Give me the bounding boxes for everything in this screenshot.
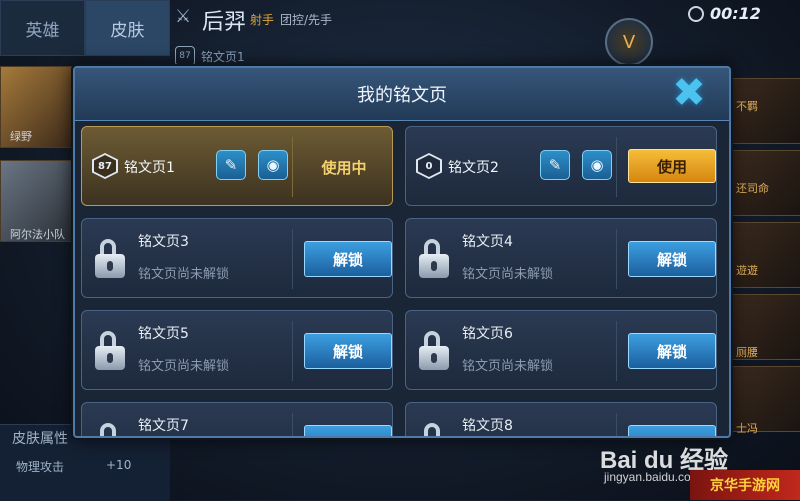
- locked-hint: 铭文页尚未解锁: [462, 267, 554, 282]
- divider: [616, 229, 617, 289]
- lock-icon: [92, 331, 128, 373]
- skin-label: 绿野: [10, 130, 32, 143]
- unlock-button[interactable]: 解锁: [628, 241, 716, 277]
- divider: [292, 229, 293, 289]
- divider: [292, 137, 293, 197]
- edit-pencil-icon[interactable]: ✎: [216, 150, 246, 180]
- hero-role: 射手: [250, 13, 275, 27]
- dialog-header: 我的铭文页 ✖: [75, 68, 729, 121]
- lock-icon: [92, 423, 128, 436]
- edit-pencil-icon[interactable]: ✎: [540, 150, 570, 180]
- rune-page-card-8[interactable]: 铭文页8 解锁: [405, 402, 717, 436]
- dialog-title: 我的铭文页: [357, 85, 447, 106]
- page-name: 铭文页3: [138, 234, 189, 250]
- clock-icon: [688, 5, 704, 22]
- rank-emblem: V: [605, 18, 653, 66]
- locked-hint: 铭文页尚未解锁: [462, 359, 554, 374]
- page-level: 0: [418, 155, 440, 177]
- hero-card-label: 厕腰: [736, 346, 758, 359]
- locked-hint: 铭文页尚未解锁: [138, 359, 230, 374]
- close-icon[interactable]: ✖: [667, 72, 711, 114]
- page-name: 铭文页8: [462, 418, 513, 434]
- unlock-button[interactable]: 解锁: [628, 425, 716, 436]
- lock-icon: [416, 331, 452, 373]
- tab-skin[interactable]: 皮肤: [85, 0, 170, 56]
- lock-icon: [416, 239, 452, 281]
- hero-card-label: 还司命: [736, 182, 769, 195]
- lock-icon: [92, 239, 128, 281]
- view-eye-icon[interactable]: ◉: [258, 150, 288, 180]
- rune-page-card-7[interactable]: 铭文页7 解锁: [81, 402, 393, 436]
- unlock-button[interactable]: 解锁: [304, 241, 392, 277]
- background-tabs: 英雄 皮肤: [0, 0, 170, 60]
- rune-pages-dialog: 我的铭文页 ✖ 87 铭文页1 ✎ ◉ 使用中 0 铭文页2 ✎ ◉ 使用 铭文…: [73, 66, 731, 438]
- current-page-chip: 87 铭文页1: [175, 46, 245, 66]
- page-chip-label: 铭文页1: [201, 49, 245, 64]
- watermark-url: jingyan.baidu.com: [604, 470, 701, 484]
- divider: [292, 413, 293, 436]
- page-name: 铭文页5: [138, 326, 189, 342]
- rune-page-card-4[interactable]: 铭文页4 铭文页尚未解锁 解锁: [405, 218, 717, 298]
- divider: [616, 321, 617, 381]
- unlock-button[interactable]: 解锁: [304, 333, 392, 369]
- hero-card-label: 士冯: [736, 422, 758, 435]
- page-level: 87: [94, 155, 116, 177]
- rune-page-card-1[interactable]: 87 铭文页1 ✎ ◉ 使用中: [81, 126, 393, 206]
- level-hex-icon: 0: [416, 153, 442, 179]
- hero-card-label: 遊遊: [736, 264, 758, 277]
- lock-icon: [416, 423, 452, 436]
- tab-hero[interactable]: 英雄: [0, 0, 85, 56]
- page-name: 铭文页6: [462, 326, 513, 342]
- unlock-button[interactable]: 解锁: [304, 425, 392, 436]
- unlock-button[interactable]: 解锁: [628, 333, 716, 369]
- use-button[interactable]: 使用: [628, 149, 716, 183]
- page-name: 铭文页4: [462, 234, 513, 250]
- locked-hint: 铭文页尚未解锁: [138, 267, 230, 282]
- hero-role-icon: ⚔: [175, 6, 192, 27]
- level-hex-icon: 87: [92, 153, 118, 179]
- hero-name: 后羿: [202, 10, 247, 35]
- page-name: 铭文页2: [448, 160, 499, 176]
- site-watermark: 京华手游网: [690, 470, 800, 500]
- in-use-status: 使用中: [321, 159, 367, 177]
- timer-text: 00:12: [710, 4, 761, 23]
- rune-page-card-2[interactable]: 0 铭文页2 ✎ ◉ 使用: [405, 126, 717, 206]
- rune-page-card-6[interactable]: 铭文页6 铭文页尚未解锁 解锁: [405, 310, 717, 390]
- stat-label: 物理攻击: [16, 460, 65, 474]
- divider: [616, 413, 617, 436]
- stat-value: +10: [106, 458, 132, 472]
- rune-page-card-3[interactable]: 铭文页3 铭文页尚未解锁 解锁: [81, 218, 393, 298]
- hero-tags: 团控/先手: [280, 13, 333, 27]
- hero-card-label: 不羁: [736, 100, 758, 113]
- skin-attributes-title: 皮肤属性: [12, 431, 68, 447]
- divider: [616, 137, 617, 197]
- page-level-badge: 87: [175, 46, 195, 66]
- hero-card[interactable]: [728, 222, 800, 288]
- page-name: 铭文页1: [124, 160, 175, 176]
- view-eye-icon[interactable]: ◉: [582, 150, 612, 180]
- skin-label: 阿尔法小队: [10, 228, 65, 241]
- page-name: 铭文页7: [138, 418, 189, 434]
- divider: [292, 321, 293, 381]
- rune-page-card-5[interactable]: 铭文页5 铭文页尚未解锁 解锁: [81, 310, 393, 390]
- countdown-timer: 00:12: [688, 4, 761, 23]
